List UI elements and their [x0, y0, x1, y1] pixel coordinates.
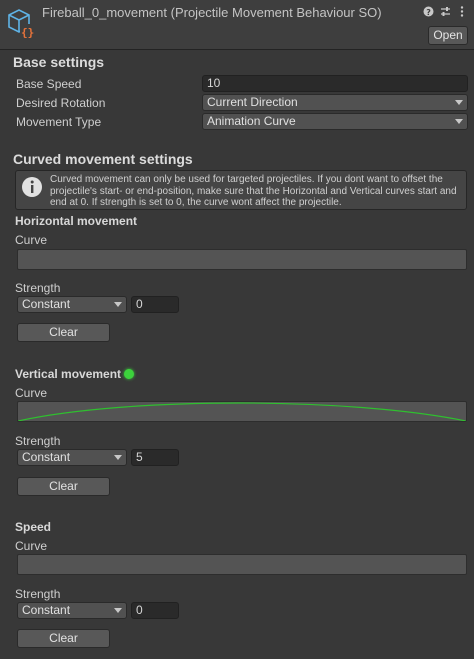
vertical-curve-label: Curve	[15, 386, 48, 400]
open-button[interactable]: Open	[428, 26, 468, 45]
speed-curve-label: Curve	[15, 539, 48, 553]
speed-clear-button[interactable]: Clear	[17, 629, 110, 648]
movement-type-label: Movement Type	[16, 115, 102, 129]
speed-strength-field[interactable]: 0	[131, 602, 179, 619]
speed-strength-label: Strength	[15, 587, 61, 601]
vertical-strength-label: Strength	[15, 434, 61, 448]
base-speed-label: Base Speed	[16, 77, 82, 91]
speed-strength-mode-dropdown[interactable]: Constant	[17, 602, 127, 619]
desired-rotation-value: Current Direction	[207, 95, 298, 109]
vertical-strength-field[interactable]: 5	[131, 449, 179, 466]
status-indicator-dot	[124, 369, 134, 379]
horizontal-strength-label: Strength	[15, 281, 61, 295]
horizontal-clear-button[interactable]: Clear	[17, 323, 110, 342]
curved-settings-heading: Curved movement settings	[13, 151, 193, 167]
base-settings-heading: Base settings	[13, 54, 105, 70]
info-helpbox: Curved movement can only be used for tar…	[15, 170, 467, 210]
speed-heading: Speed	[15, 520, 52, 534]
speed-curve-field[interactable]	[17, 554, 467, 575]
chevron-down-icon	[455, 100, 463, 105]
vertical-strength-mode-value: Constant	[22, 450, 71, 464]
more-options-icon[interactable]	[456, 5, 468, 18]
info-icon	[22, 177, 42, 197]
horizontal-strength-mode-value: Constant	[22, 297, 71, 311]
horizontal-strength-field[interactable]: 0	[131, 296, 179, 313]
svg-text:{}: {}	[21, 26, 34, 39]
horizontal-strength-mode-dropdown[interactable]: Constant	[17, 296, 127, 313]
svg-text:?: ?	[426, 8, 431, 17]
desired-rotation-dropdown[interactable]: Current Direction	[202, 94, 468, 111]
movement-type-value: Animation Curve	[207, 114, 296, 128]
vertical-movement-heading: Vertical movement	[15, 367, 122, 381]
settings-sliders-icon[interactable]	[439, 5, 451, 18]
chevron-down-icon	[114, 455, 122, 460]
desired-rotation-label: Desired Rotation	[16, 96, 106, 110]
chevron-down-icon	[114, 608, 122, 613]
base-speed-field[interactable]: 10	[202, 75, 468, 92]
vertical-curve-graph	[18, 402, 466, 421]
horizontal-movement-heading: Horizontal movement	[15, 214, 138, 228]
vertical-curve-field[interactable]	[17, 401, 467, 422]
help-icon[interactable]: ?	[422, 5, 434, 18]
chevron-down-icon	[455, 119, 463, 124]
chevron-down-icon	[114, 302, 122, 307]
horizontal-curve-label: Curve	[15, 233, 48, 247]
horizontal-curve-field[interactable]	[17, 249, 467, 270]
asset-title: Fireball_0_movement (Projectile Movement…	[42, 5, 382, 20]
vertical-clear-button[interactable]: Clear	[17, 477, 110, 496]
inspector-header: {} Fireball_0_movement (Projectile Movem…	[0, 0, 474, 50]
speed-strength-mode-value: Constant	[22, 603, 71, 617]
info-text: Curved movement can only be used for tar…	[50, 174, 457, 208]
movement-type-dropdown[interactable]: Animation Curve	[202, 113, 468, 130]
vertical-strength-mode-dropdown[interactable]: Constant	[17, 449, 127, 466]
scriptable-object-icon: {}	[8, 9, 34, 39]
